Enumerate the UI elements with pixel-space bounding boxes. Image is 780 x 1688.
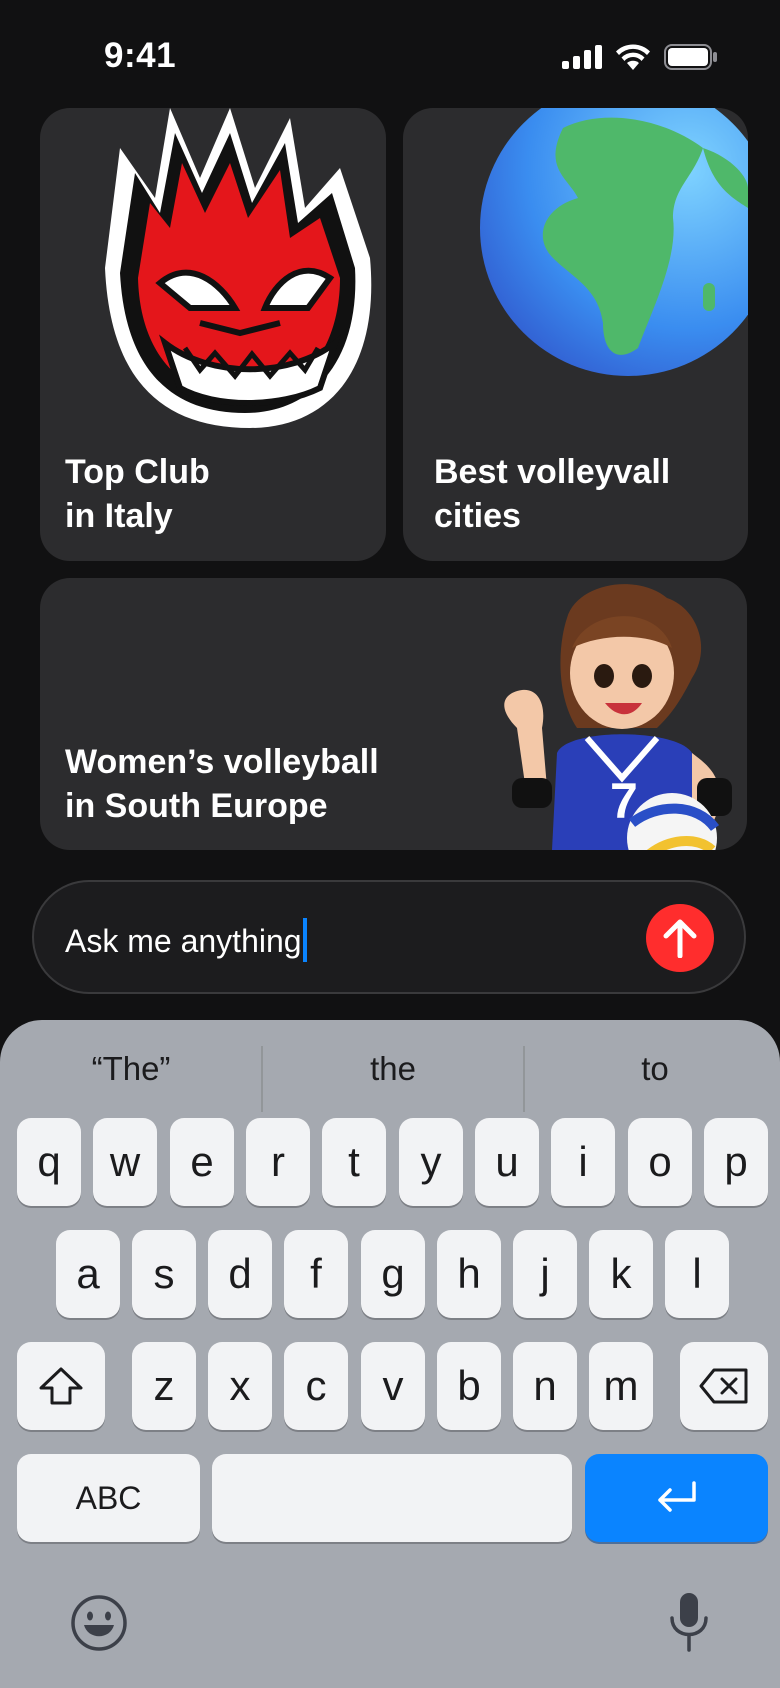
- key-n[interactable]: n: [513, 1342, 577, 1430]
- key-a[interactable]: a: [56, 1230, 120, 1318]
- card-womens-volleyball[interactable]: 7 Women’s volleyball in South Europe: [40, 578, 747, 850]
- key-q[interactable]: q: [17, 1118, 81, 1206]
- card-title-line2: cities: [434, 497, 521, 535]
- return-icon: [657, 1481, 696, 1512]
- suggestion-1[interactable]: “The”: [0, 1050, 262, 1088]
- card-title-line1: Best volleyvall: [434, 453, 671, 491]
- card-title: Top Club in Italy: [65, 450, 210, 538]
- key-s[interactable]: s: [132, 1230, 196, 1318]
- status-time: 9:41: [104, 36, 177, 75]
- key-e[interactable]: e: [170, 1118, 234, 1206]
- key-m[interactable]: m: [589, 1342, 653, 1430]
- abc-key[interactable]: ABC: [17, 1454, 200, 1542]
- card-best-cities[interactable]: Best volleyvall cities: [403, 108, 748, 561]
- key-v[interactable]: v: [361, 1342, 425, 1430]
- key-g[interactable]: g: [361, 1230, 425, 1318]
- card-title: Women’s volleyball in South Europe: [65, 740, 379, 828]
- card-title-line1: Top Club: [65, 453, 210, 491]
- card-title: Best volleyvall cities: [434, 450, 670, 538]
- text-caret: [302, 918, 307, 962]
- ask-input-text: Ask me anything: [65, 918, 307, 962]
- card-title-line1: Women’s volleyball: [65, 743, 379, 781]
- red-dragon-mascot-image: [105, 108, 372, 428]
- backspace-icon: [699, 1368, 748, 1404]
- key-i[interactable]: i: [551, 1118, 615, 1206]
- key-k[interactable]: k: [589, 1230, 653, 1318]
- key-r[interactable]: r: [246, 1118, 310, 1206]
- key-t[interactable]: t: [322, 1118, 386, 1206]
- emoji-icon[interactable]: [70, 1594, 128, 1652]
- shift-icon: [39, 1367, 83, 1405]
- key-w[interactable]: w: [93, 1118, 157, 1206]
- key-c[interactable]: c: [284, 1342, 348, 1430]
- suggestion-2[interactable]: the: [262, 1050, 524, 1088]
- status-icons: [562, 44, 718, 70]
- globe-icon: [480, 108, 748, 376]
- card-title-line2: in Italy: [65, 497, 173, 535]
- battery-icon: [664, 44, 717, 70]
- key-d[interactable]: d: [208, 1230, 272, 1318]
- key-o[interactable]: o: [628, 1118, 692, 1206]
- send-button[interactable]: [646, 904, 714, 972]
- key-j[interactable]: j: [513, 1230, 577, 1318]
- key-x[interactable]: x: [208, 1342, 272, 1430]
- wifi-icon: [616, 44, 650, 70]
- microphone-icon[interactable]: [667, 1590, 711, 1654]
- key-f[interactable]: f: [284, 1230, 348, 1318]
- ask-input-value: Ask me anything: [65, 923, 302, 959]
- key-p[interactable]: p: [704, 1118, 768, 1206]
- shift-key[interactable]: [17, 1342, 105, 1430]
- key-y[interactable]: y: [399, 1118, 463, 1206]
- keyboard: “The” the to q w e r t y u i o p a s d f…: [0, 1020, 780, 1688]
- card-top-club[interactable]: Top Club in Italy: [40, 108, 386, 561]
- volleyball-player-image: 7: [504, 584, 732, 850]
- key-z[interactable]: z: [132, 1342, 196, 1430]
- arrow-up-icon: [663, 919, 697, 958]
- backspace-key[interactable]: [680, 1342, 768, 1430]
- space-key[interactable]: [212, 1454, 572, 1542]
- key-b[interactable]: b: [437, 1342, 501, 1430]
- key-l[interactable]: l: [665, 1230, 729, 1318]
- suggestion-3[interactable]: to: [524, 1050, 780, 1088]
- key-h[interactable]: h: [437, 1230, 501, 1318]
- return-key[interactable]: [585, 1454, 768, 1542]
- signal-icon: [562, 45, 602, 69]
- card-title-line2: in South Europe: [65, 787, 328, 825]
- ask-input[interactable]: Ask me anything: [32, 880, 746, 994]
- key-u[interactable]: u: [475, 1118, 539, 1206]
